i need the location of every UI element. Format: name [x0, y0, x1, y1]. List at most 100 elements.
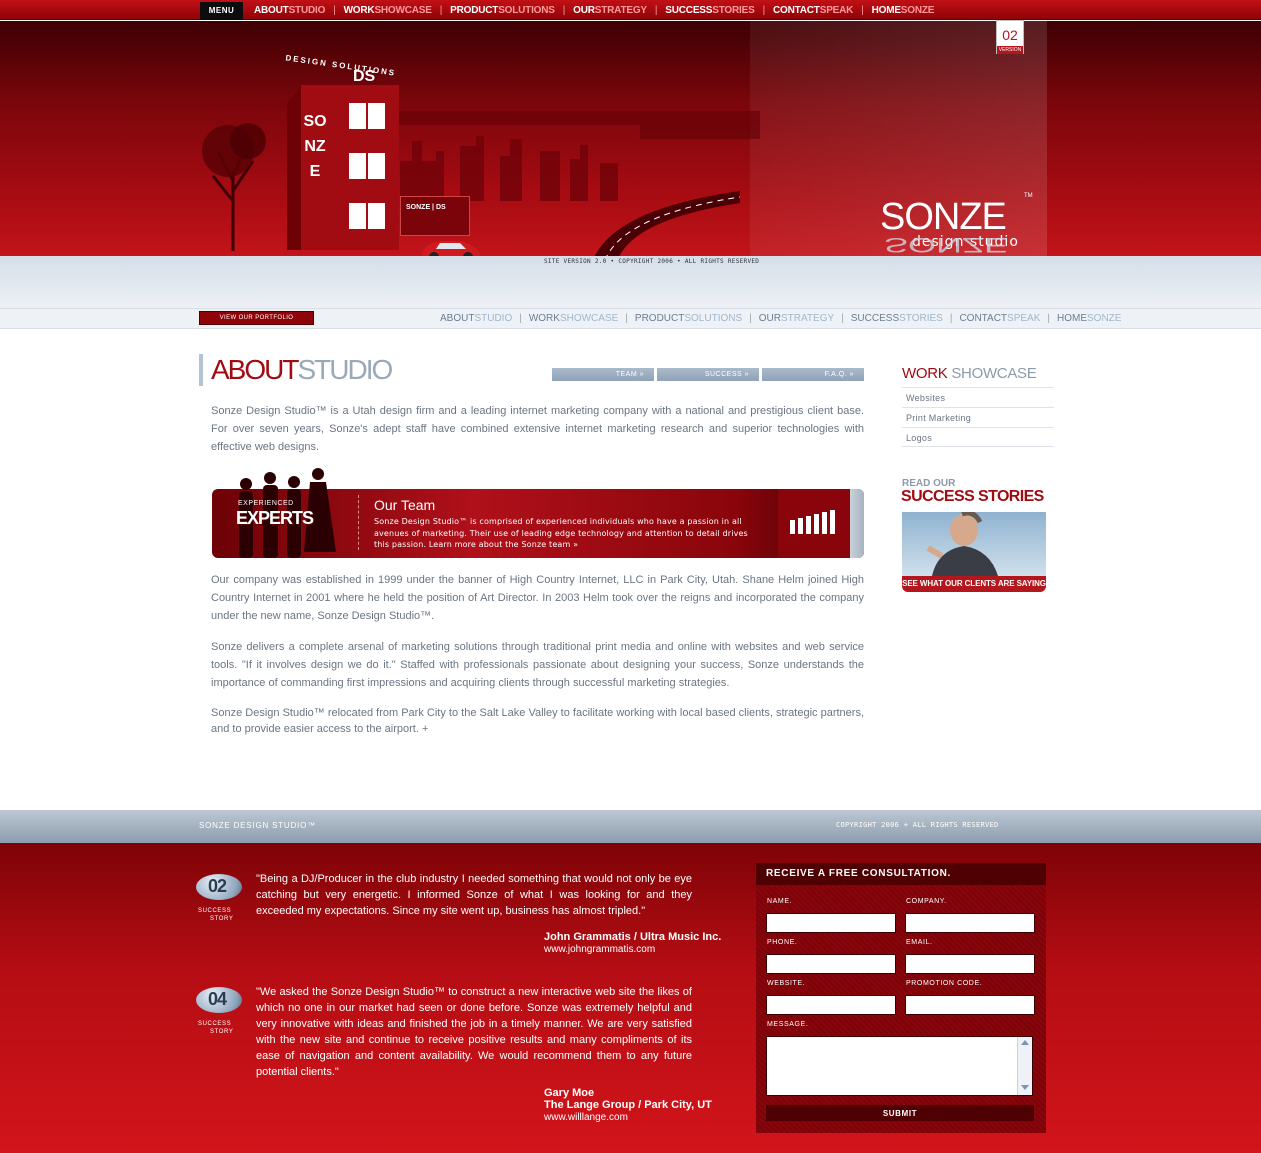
sidebar-item-logos[interactable]: Logos — [902, 427, 1054, 447]
topnav-label-a: PRODUCT — [450, 4, 499, 16]
billboard-text: SONZE | DS — [406, 204, 446, 211]
our-team-description[interactable]: Sonze Design Studio™ is comprised of exp… — [374, 516, 752, 551]
building-sign: SONZE — [303, 113, 327, 180]
testimonial-quote: "We asked the Sonze Design Studio™ to co… — [256, 986, 692, 1078]
view-portfolio-button[interactable]: VIEW OUR PORTFOLIO — [199, 311, 314, 325]
subnav-label-b: STORIES — [899, 313, 943, 324]
subnav-label-a: SUCCESS — [850, 313, 900, 324]
nav-separator: | — [841, 313, 844, 324]
topnav-work-showcase[interactable]: WORK SHOWCASE — [344, 5, 432, 16]
menu-label: MENU — [200, 2, 243, 20]
page-title-a: ABOUT — [211, 354, 299, 385]
footer-bar — [0, 810, 1261, 843]
tab-faq[interactable]: F.A.Q. » — [762, 368, 864, 381]
topnav-label-a: HOME — [871, 4, 901, 16]
scroll-up-icon[interactable] — [1021, 1040, 1029, 1045]
subnav-about-studio[interactable]: ABOUTSTUDIO — [440, 313, 512, 324]
phone-field[interactable] — [766, 954, 896, 974]
testimonial-company: The Lange Group / Park City, UT — [544, 1099, 712, 1111]
nav-separator: | — [333, 4, 336, 16]
nav-separator: | — [749, 313, 752, 324]
promotion-code-field[interactable] — [905, 995, 1035, 1015]
message-field[interactable] — [766, 1036, 1033, 1096]
company-label: COMPANY. — [906, 898, 947, 905]
testimonial-quote: "Being a DJ/Producer in the club industr… — [256, 873, 692, 917]
page-title-b: STUDIO — [297, 354, 393, 385]
email-field[interactable] — [905, 954, 1035, 974]
topnav-label-a: WORK — [343, 4, 375, 16]
brand-trademark: TM — [1024, 193, 1033, 199]
services-paragraph: Sonze delivers a complete arsenal of mar… — [211, 641, 864, 689]
subnav-our-strategy[interactable]: OURSTRATEGY — [759, 313, 834, 324]
relocation-paragraph: Sonze Design Studio™ relocated from Park… — [211, 707, 864, 735]
success-stories-heading: SUCCESS STORIES — [901, 488, 1044, 505]
message-scrollbar[interactable] — [1017, 1037, 1032, 1095]
testimonial-url[interactable]: www.willlange.com — [544, 1112, 628, 1123]
subnav-contact-speak[interactable]: CONTACTSPEAK — [959, 313, 1040, 324]
nav-separator: | — [1047, 313, 1051, 324]
topnav-product-solutions[interactable]: PRODUCT SOLUTIONS — [450, 5, 555, 16]
topnav-about-studio[interactable]: ABOUT STUDIO — [254, 5, 325, 16]
content-tabs: TEAM » SUCCESS » F.A.Q. » — [552, 368, 864, 381]
topnav-home-sonze[interactable]: HOME SONZE — [872, 5, 935, 16]
success-stories-caption[interactable]: SEE WHAT OUR CLENTS ARE SAYING — [902, 576, 1046, 592]
page-title: ABOUTSTUDIO — [199, 354, 393, 386]
topnav-label-a: SUCCESS — [665, 4, 713, 16]
success-story-badge: 02 — [196, 874, 242, 908]
subnav-success-stories[interactable]: SUCCESSSTORIES — [851, 313, 943, 324]
name-label: NAME. — [767, 898, 793, 905]
badge-number: 02 — [208, 876, 227, 896]
subnav-label-a: PRODUCT — [634, 313, 685, 324]
sidebar-item-websites[interactable]: Websites — [902, 387, 1054, 407]
nav-separator: | — [762, 4, 766, 16]
success-stories-photo[interactable] — [902, 512, 1046, 576]
name-field[interactable] — [766, 913, 896, 933]
subnav-label-b: STRATEGY — [781, 313, 835, 324]
website-label: WEBSITE. — [767, 980, 806, 987]
footer-copyright: COPYRIGHT 2006 + ALL RIGHTS RESERVED — [836, 821, 999, 829]
topnav-success-stories[interactable]: SUCCESS STORIES — [665, 5, 754, 16]
success-story-badge: 04 — [196, 987, 242, 1021]
site-version-copyright: SITE VERSION 2.0 • COPYRIGHT 2006 • ALL … — [544, 258, 760, 265]
version-badge: 02 VERSION — [996, 20, 1024, 54]
version-label: VERSION — [997, 46, 1023, 54]
subnav-label-a: CONTACT — [959, 313, 1008, 324]
subnav-work-showcase[interactable]: WORKSHOWCASE — [529, 313, 618, 324]
topnav-label-b: STORIES — [712, 4, 755, 16]
work-showcase-heading: WORK SHOWCASE — [902, 365, 1037, 382]
nav-separator: | — [439, 4, 443, 16]
testimonial-url[interactable]: www.johngrammatis.com — [544, 944, 655, 955]
message-label: MESSAGE. — [767, 1021, 809, 1028]
road-illustration — [594, 191, 740, 256]
topnav-label-b: SPEAK — [819, 4, 854, 16]
experts-label: EXPERTS — [236, 508, 314, 528]
tab-team[interactable]: TEAM » — [552, 368, 654, 381]
tab-success[interactable]: SUCCESS » — [657, 368, 759, 381]
our-team-title: Our Team — [374, 497, 436, 513]
topnav-our-strategy[interactable]: OUR STRATEGY — [573, 5, 647, 16]
topnav-contact-speak[interactable]: CONTACT SPEAK — [773, 5, 853, 16]
website-field[interactable] — [766, 995, 896, 1015]
subnav-label-b: STUDIO — [474, 313, 513, 324]
company-field[interactable] — [905, 913, 1035, 933]
subnav-label-b: SPEAK — [1007, 313, 1041, 324]
scroll-down-icon[interactable] — [1021, 1085, 1029, 1090]
pointing-man-photo — [926, 512, 998, 576]
subnav-label-a: OUR — [758, 313, 781, 324]
subnav-home-sonze[interactable]: HOMESONZE — [1057, 313, 1121, 324]
sidebar-item-print-marketing[interactable]: Print Marketing — [902, 407, 1054, 427]
testimonial-author: Gary Moe — [544, 1087, 595, 1099]
tree-illustration — [202, 123, 266, 251]
top-nav: ABOUT STUDIO | WORK SHOWCASE | PRODUCT SOLU… — [254, 0, 934, 20]
topnav-label-a: OUR — [573, 4, 595, 16]
submit-button[interactable]: SUBMIT — [766, 1105, 1034, 1121]
experienced-label: EXPERIENCED — [238, 500, 294, 507]
banner-divider — [358, 495, 359, 550]
subnav-product-solutions[interactable]: PRODUCTSOLUTIONS — [635, 313, 742, 324]
history-paragraph: Our company was established in 1999 unde… — [211, 574, 864, 622]
badge-number: 04 — [208, 989, 227, 1009]
topnav-label-a: CONTACT — [772, 4, 820, 16]
hero-banner: DS SONZE DESIGN SOLUTIONS SONZE | DS SON… — [0, 21, 1261, 256]
nav-separator: | — [654, 4, 658, 16]
heading-part-b: SHOWCASE — [951, 365, 1037, 382]
